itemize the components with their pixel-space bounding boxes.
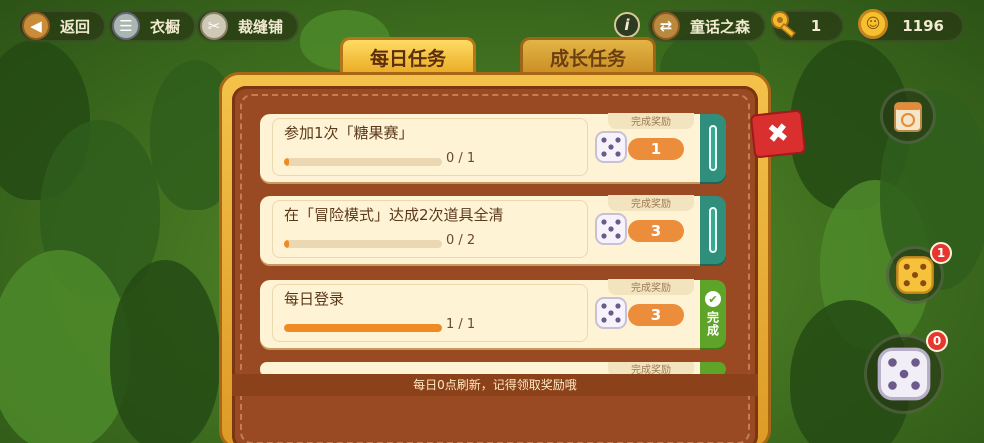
dice-icon (595, 131, 627, 163)
location-label: 童话之森 (690, 17, 751, 36)
go-button[interactable] (700, 196, 726, 264)
close-icon: ✖ (765, 117, 791, 151)
task-progress-bar (284, 240, 442, 248)
reward-label: 完成奖励 (608, 113, 694, 129)
check-icon: ✔ (705, 291, 721, 307)
wardrobe-label: 衣橱 (150, 17, 181, 36)
task-title: 在「冒险模式」达成2次道具全清 (284, 206, 504, 224)
tab-daily-tasks[interactable]: 每日任务 (340, 37, 476, 75)
reward-amount: 3 (628, 220, 684, 242)
tailor-shop-button[interactable]: ✂ 裁缝铺 (196, 10, 300, 42)
white-dice-icon (877, 347, 931, 401)
task-row: 参加1次「糖果赛」 0 / 1 完成奖励 1 (260, 113, 700, 182)
go-button[interactable] (700, 114, 726, 182)
gold-dice-icon (896, 256, 934, 294)
tailor-shop-icon: ✂ (200, 12, 228, 40)
back-button[interactable]: ◀ 返回 (18, 10, 107, 42)
close-button[interactable]: ✖ (749, 109, 807, 159)
tailor-shop-label: 裁缝铺 (238, 17, 284, 36)
reward-label: 完成奖励 (608, 279, 694, 295)
key-icon (771, 11, 796, 38)
task-progress-text: 0 / 2 (446, 233, 476, 248)
location-switch-button[interactable]: ⇄ 童话之森 (648, 10, 767, 42)
completed-button[interactable]: ✔ 完成 (700, 280, 726, 348)
calendar-button[interactable] (880, 88, 936, 144)
back-label: 返回 (60, 17, 91, 36)
reward-amount: 3 (628, 304, 684, 326)
tab-growth-tasks[interactable]: 成长任务 (520, 37, 656, 75)
task-progress-text: 0 / 1 (446, 151, 476, 166)
task-row: 在「冒险模式」达成2次道具全清 0 / 2 完成奖励 3 (260, 195, 700, 264)
task-title: 参加1次「糖果赛」 (284, 124, 414, 142)
switch-arrows-icon: ⇄ (652, 12, 680, 40)
reward-label: 完成奖励 (608, 195, 694, 211)
completed-label: 完成 (705, 311, 720, 337)
dice-icon (595, 297, 627, 329)
task-progress-bar (284, 158, 442, 166)
task-title: 每日登录 (284, 290, 345, 308)
calendar-icon (894, 102, 922, 132)
white-dice-badge: 0 (926, 330, 948, 352)
task-progress-bar (284, 324, 442, 332)
wardrobe-button[interactable]: ☰ 衣橱 (108, 10, 197, 42)
gold-dice-badge: 1 (930, 242, 952, 264)
dice-icon (595, 213, 627, 245)
key-count: 1 (810, 17, 822, 35)
reward-amount: 1 (628, 138, 684, 160)
task-row: 每日登录 1 / 1 完成奖励 3 (260, 279, 700, 348)
wardrobe-icon: ☰ (112, 12, 140, 40)
task-progress-text: 1 / 1 (446, 317, 476, 332)
info-icon[interactable]: i (614, 12, 640, 38)
refresh-notice: 每日0点刷新，记得领取奖励哦 (232, 374, 758, 396)
coin-icon: ☺ (858, 9, 888, 39)
coin-count: 1196 (902, 17, 944, 35)
back-arrow-icon: ◀ (22, 12, 50, 40)
